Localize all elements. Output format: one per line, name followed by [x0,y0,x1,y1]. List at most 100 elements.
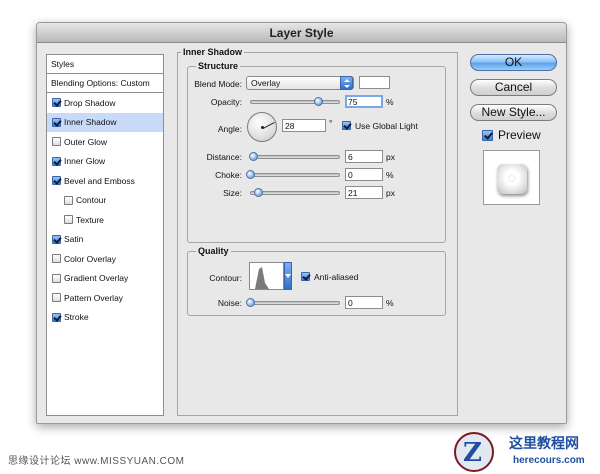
preview-toggle[interactable]: Preview [482,128,541,142]
anti-aliased-checkbox[interactable] [301,272,310,281]
style-item-color-overlay[interactable]: Color Overlay [47,249,163,268]
quality-group: Quality Contour: Anti-aliased Noise: 0 % [187,246,446,316]
distance-unit: px [386,152,395,162]
styles-header-label: Styles [51,59,75,69]
blend-mode-select[interactable]: Overlay [246,76,354,90]
style-item-checkbox[interactable] [52,156,61,166]
distance-label: Distance: [206,152,242,162]
preview-label: Preview [498,128,541,142]
style-item-checkbox[interactable] [52,293,61,302]
select-arrows-icon [340,76,353,90]
size-unit: px [386,188,395,198]
watermark-text: 思缘设计论坛 www.MISSYUAN.COM [8,456,185,467]
contour-label: Contour: [209,273,242,283]
style-item-checkbox[interactable] [52,98,61,107]
anti-aliased-label: Anti-aliased [314,272,359,282]
noise-slider[interactable] [246,298,340,307]
inner-shadow-panel: Inner Shadow Structure Blend Mode: Overl… [177,47,458,416]
layer-style-dialog: Layer Style Styles Blending Options: Cus… [36,22,567,424]
style-item-label: Outer Glow [64,136,107,147]
size-slider[interactable] [250,188,340,197]
style-item-label: Inner Shadow [64,117,117,127]
style-item-drop-shadow[interactable]: Drop Shadow [47,93,163,112]
dialog-title: Layer Style [269,26,334,40]
style-item-inner-shadow[interactable]: Inner Shadow [47,112,163,132]
style-item-label: Contour [76,195,107,205]
styles-list-header[interactable]: Styles [47,55,163,74]
style-item-label: Drop Shadow [64,97,116,108]
opacity-unit: % [386,97,394,107]
brand-url: herecours.com [513,455,585,466]
noise-slider-knob[interactable] [246,298,255,307]
style-item-checkbox[interactable] [64,215,73,224]
preview-checkbox[interactable] [482,129,493,141]
style-item-label: Bevel and Emboss [64,175,135,186]
use-global-light-label: Use Global Light [355,121,418,131]
opacity-label: Opacity: [210,97,242,107]
distance-field[interactable]: 6 [345,150,383,163]
style-item-inner-glow[interactable]: Inner Glow [47,152,163,171]
noise-unit: % [386,298,394,308]
style-preview-box [483,150,540,205]
style-item-outer-glow[interactable]: Outer Glow [47,132,163,151]
noise-label: Noise: [217,298,242,308]
style-item-checkbox[interactable] [52,273,61,283]
style-item-label: Texture [76,214,104,225]
structure-group: Structure Blend Mode: Overlay Opacity: 7… [187,61,446,243]
screenshot-stage: Layer Style Styles Blending Options: Cus… [0,0,600,474]
style-item-satin[interactable]: Satin [47,230,163,249]
choke-slider[interactable] [246,170,340,179]
style-item-label: Gradient Overlay [64,273,129,283]
inner-shadow-title: Inner Shadow [181,47,245,57]
style-item-checkbox[interactable] [52,312,61,322]
ok-button[interactable]: OK [470,54,557,71]
opacity-field[interactable]: 75 [345,95,383,108]
blend-mode-label: Blend Mode: [194,79,242,89]
style-item-label: Pattern Overlay [64,292,124,303]
structure-title: Structure [196,61,241,71]
contour-preview[interactable] [249,262,284,290]
opacity-slider[interactable] [250,97,340,106]
style-item-bevel-and-emboss[interactable]: Bevel and Emboss [47,171,163,190]
style-item-checkbox[interactable] [52,117,61,127]
style-item-checkbox[interactable] [52,254,61,263]
style-item-label: Inner Glow [64,156,106,166]
style-item-texture[interactable]: Texture [47,210,163,229]
style-item-contour[interactable]: Contour [47,191,163,210]
style-item-label: Color Overlay [64,253,116,264]
contour-dropdown-arrow[interactable] [284,262,292,290]
quality-title: Quality [196,246,231,256]
style-item-checkbox[interactable] [52,176,61,185]
style-item-gradient-overlay[interactable]: Gradient Overlay [47,269,163,288]
size-label: Size: [223,188,242,198]
distance-slider[interactable] [248,152,340,161]
brand-logo-letter: Z [463,438,482,468]
opacity-slider-knob[interactable] [313,97,323,106]
size-slider-knob[interactable] [254,188,264,197]
style-item-pattern-overlay[interactable]: Pattern Overlay [47,288,163,307]
title-bar[interactable]: Layer Style [37,23,566,43]
use-global-light-checkbox[interactable] [342,121,351,130]
contour-curve-icon [255,267,269,289]
blending-options-label: Blending Options: Custom [51,78,150,88]
shadow-color-swatch[interactable] [359,76,390,89]
angle-field[interactable]: 28 [282,119,326,132]
style-preview-thumbnail [497,164,527,194]
blending-options-item[interactable]: Blending Options: Custom [47,74,163,93]
style-item-stroke[interactable]: Stroke [47,308,163,327]
noise-field[interactable]: 0 [345,296,383,309]
cancel-button[interactable]: Cancel [470,79,557,96]
size-field[interactable]: 21 [345,186,383,199]
distance-slider-knob[interactable] [248,152,258,161]
choke-label: Choke: [215,170,242,180]
style-item-checkbox[interactable] [52,234,61,244]
styles-list: Styles Blending Options: Custom Drop Sha… [46,54,164,416]
choke-slider-knob[interactable] [246,170,255,179]
choke-field[interactable]: 0 [345,168,383,181]
new-style-button[interactable]: New Style... [470,104,557,121]
angle-dial[interactable] [247,112,277,142]
angle-needle [262,121,275,129]
style-item-checkbox[interactable] [52,137,61,146]
blend-mode-value: Overlay [251,78,281,88]
style-item-checkbox[interactable] [64,195,73,205]
